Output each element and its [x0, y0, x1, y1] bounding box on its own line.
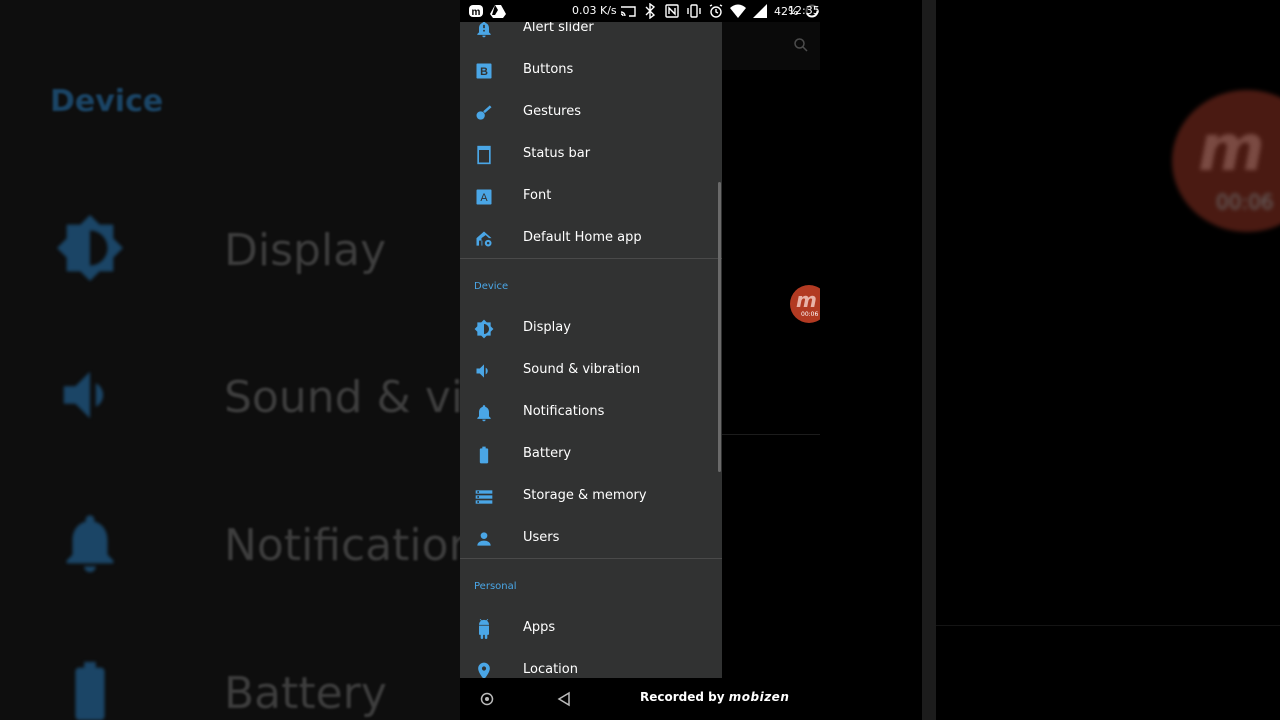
person-icon [477, 532, 491, 546]
mobizen-brand: mobizen [728, 690, 790, 704]
settings-divider [722, 434, 820, 435]
bg-divider [936, 625, 1280, 626]
home-button-icon[interactable] [480, 692, 494, 706]
gestures-icon [476, 105, 492, 120]
record-bubble-timer: 00:06 [801, 311, 819, 318]
battery-icon [479, 446, 489, 464]
search-icon[interactable] [792, 36, 810, 54]
nfc-icon [665, 4, 679, 18]
svg-text:m: m [472, 7, 481, 18]
recording-bubble[interactable]: m 00:06 [790, 285, 820, 323]
drawer-label: Apps [523, 620, 556, 635]
svg-text:B: B [480, 66, 488, 78]
status-bar: m 0.03 K/s 42% 12:35 [460, 0, 820, 22]
settings-screen-behind [722, 22, 820, 678]
drawer-item-storage-memory[interactable]: Storage & memory [460, 476, 722, 518]
bg-row-display: Display [0, 205, 460, 305]
bell-alert-icon [477, 22, 491, 38]
drawer-item-buttons[interactable]: B Buttons [460, 50, 722, 92]
drawer-label: Default Home app [523, 230, 642, 245]
recorded-by-watermark: Recorded by mobizen [640, 690, 789, 704]
volume-icon [63, 371, 104, 419]
wifi-icon [730, 4, 746, 18]
drawer-scrollbar[interactable] [718, 182, 721, 472]
settings-toolbar [722, 22, 820, 70]
record-logo: m [1198, 112, 1265, 186]
bluetooth-icon [645, 3, 656, 19]
drawer-item-notifications[interactable]: Notifications [460, 392, 722, 434]
drawer-divider [460, 558, 722, 559]
drawer-item-users[interactable]: Users [460, 518, 722, 560]
bell-icon [477, 405, 491, 422]
bg-row-battery: Battery [0, 648, 460, 720]
drawer-label: Battery [523, 446, 572, 461]
signal-icon [753, 4, 767, 18]
drawer-label: Users [523, 530, 560, 545]
battery-icon [75, 661, 105, 720]
drawer-divider [460, 258, 722, 259]
blurred-background-left: Device Display Sound & vib Notification … [0, 0, 460, 720]
bg-section-title: Device [50, 84, 164, 119]
record-timer: 00:06 [1216, 190, 1274, 214]
drawer-item-display[interactable]: Display [460, 308, 722, 350]
drawer-item-apps[interactable]: Apps [460, 608, 722, 650]
home-settings-icon [476, 231, 492, 247]
font-icon: A [476, 189, 492, 205]
vibrate-icon [687, 4, 701, 18]
phone-screen: m 0.03 K/s 42% 12:35 m 00:06 Alert slide… [460, 0, 820, 720]
bg-label-notifications: Notification [224, 520, 460, 571]
navigation-bar: Recorded by mobizen [460, 678, 820, 720]
brightness-icon [57, 215, 123, 281]
bg-row-notifications: Notification [0, 500, 460, 600]
status-left-icons: m [468, 3, 506, 19]
status-time: 12:35 [788, 4, 820, 17]
bg-label-sound: Sound & vib [224, 372, 460, 423]
back-button-icon[interactable] [556, 691, 572, 707]
drawer-item-location[interactable]: Location [460, 650, 722, 678]
bg-strip [922, 0, 936, 720]
recorded-by-text: Recorded by [640, 690, 725, 704]
brightness-icon [474, 319, 494, 339]
drawer-label: Display [523, 320, 571, 335]
alarm-icon [709, 4, 723, 18]
drawer-label: Notifications [523, 404, 605, 419]
drawer-label: Location [523, 662, 578, 677]
drawer-item-battery[interactable]: Battery [460, 434, 722, 476]
drawer-item-alert-slider[interactable]: Alert slider [460, 22, 722, 50]
drawer-label: Sound & vibration [523, 362, 641, 377]
buttons-icon: B [476, 63, 492, 79]
mobizen-notification-icon: m [469, 5, 483, 18]
location-pin-icon [478, 662, 490, 678]
storage-icon [475, 490, 493, 504]
drawer-label: Buttons [523, 62, 574, 77]
drawer-label: Alert slider [523, 22, 594, 35]
drawer-item-gestures[interactable]: Gestures [460, 92, 722, 134]
drawer-item-font[interactable]: A Font [460, 176, 722, 218]
drawer-label: Storage & memory [523, 488, 647, 503]
drive-icon [490, 5, 506, 18]
record-bubble-logo: m [796, 288, 817, 312]
svg-text:A: A [480, 192, 488, 204]
drawer-item-status-bar[interactable]: Status bar [460, 134, 722, 176]
android-icon [479, 619, 489, 639]
cast-icon [620, 6, 636, 17]
drawer-label: Gestures [523, 104, 582, 119]
drawer-label: Status bar [523, 146, 591, 161]
section-header-personal: Personal [474, 581, 517, 592]
bell-icon [66, 515, 114, 573]
navigation-drawer: Alert slider B Buttons Gestures Status b… [460, 22, 722, 678]
bg-label-battery: Battery [224, 668, 387, 719]
bg-row-sound: Sound & vib [0, 352, 460, 452]
status-bar-icon [477, 145, 491, 165]
drawer-label: Font [523, 188, 552, 203]
section-header-device: Device [474, 281, 509, 292]
network-speed: 0.03 K/s [572, 4, 617, 17]
drawer-item-default-home-app[interactable]: Default Home app [460, 218, 722, 260]
volume-icon [476, 364, 488, 378]
drawer-item-sound-vibration[interactable]: Sound & vibration [460, 350, 722, 392]
bg-label-display: Display [224, 225, 387, 276]
